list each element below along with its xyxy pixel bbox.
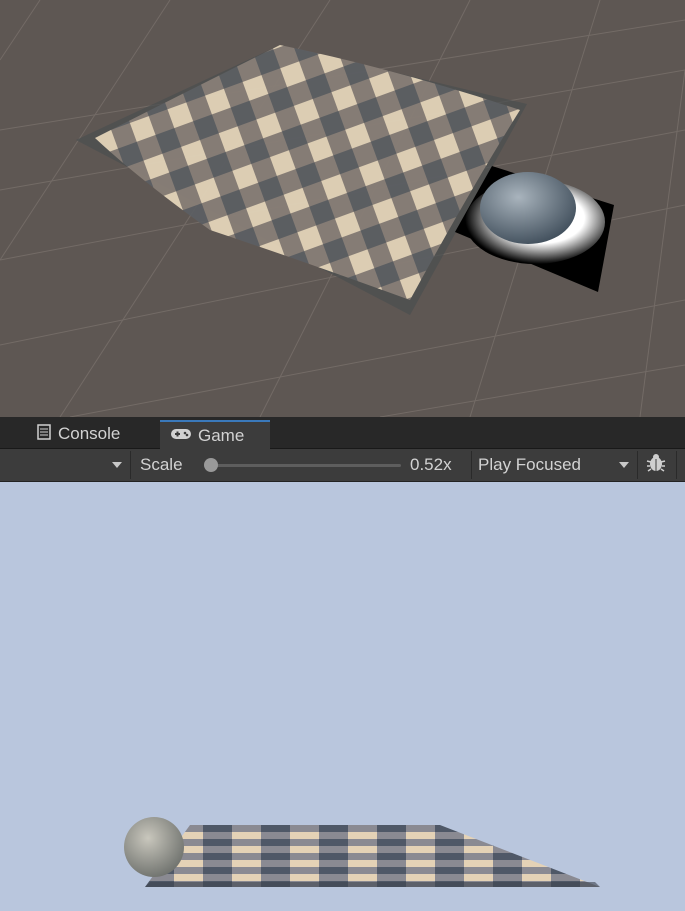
tab-game-label: Game bbox=[198, 425, 245, 445]
cloth-object bbox=[145, 825, 600, 887]
play-mode-dropdown[interactable]: Play Focused bbox=[474, 451, 635, 479]
scale-slider-thumb[interactable] bbox=[203, 458, 218, 472]
tab-game[interactable]: Game bbox=[160, 420, 270, 449]
rock-object bbox=[124, 817, 184, 877]
display-dropdown[interactable] bbox=[0, 451, 128, 479]
scale-label: Scale bbox=[140, 455, 183, 474]
game-view[interactable] bbox=[0, 482, 685, 911]
tab-bar: Console Game bbox=[0, 417, 685, 449]
cloth-object[interactable] bbox=[95, 45, 520, 300]
tab-console[interactable]: Console bbox=[26, 420, 130, 448]
console-icon bbox=[36, 423, 52, 445]
scale-slider-track[interactable] bbox=[207, 464, 401, 467]
rock-object[interactable] bbox=[480, 172, 576, 244]
debug-toggle[interactable] bbox=[642, 451, 670, 479]
bug-icon bbox=[645, 452, 667, 479]
cloth-edge bbox=[145, 882, 600, 887]
scale-value: 0.52x bbox=[410, 455, 452, 474]
chevron-down-icon bbox=[619, 462, 629, 468]
scene-viewport[interactable] bbox=[0, 0, 685, 417]
scene-view[interactable] bbox=[0, 0, 685, 417]
play-mode-label: Play Focused bbox=[478, 455, 581, 474]
chevron-down-icon bbox=[112, 462, 122, 468]
game-viewport bbox=[124, 817, 600, 887]
gamepad-icon bbox=[170, 426, 192, 446]
tab-console-label: Console bbox=[58, 424, 121, 443]
